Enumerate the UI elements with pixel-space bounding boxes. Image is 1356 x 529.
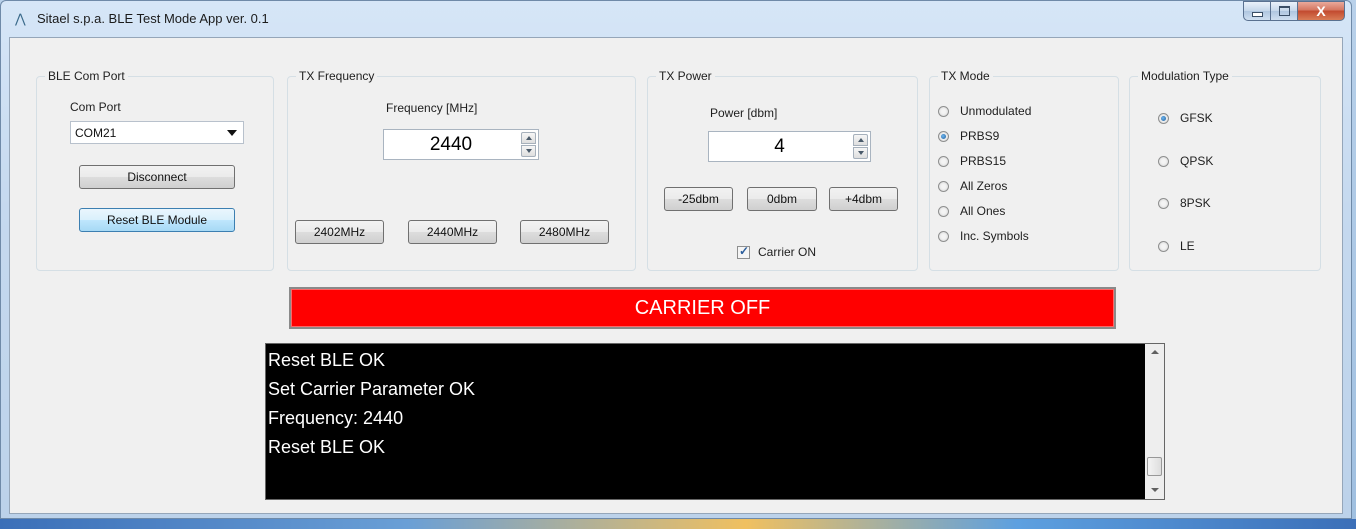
tx-mode-all-zeros[interactable]: All Zeros	[938, 178, 1007, 194]
radio-icon	[938, 180, 949, 192]
power-stepper-arrows	[853, 134, 868, 159]
tx-mode-all-ones[interactable]: All Ones	[938, 203, 1005, 219]
radio-icon	[938, 230, 949, 242]
window-title: Sitael s.p.a. BLE Test Mode App ver. 0.1	[37, 11, 269, 26]
tx-mode-label: Inc. Symbols	[960, 229, 1029, 243]
tx-mode-unmodulated[interactable]: Unmodulated	[938, 103, 1031, 119]
modulation-qpsk[interactable]: QPSK	[1158, 153, 1213, 169]
checkbox-checked-icon	[737, 244, 750, 259]
radio-icon	[1158, 155, 1169, 167]
frequency-up-arrow-icon[interactable]	[521, 132, 536, 144]
power-minus25-button[interactable]: -25dbm	[664, 187, 733, 211]
modulation-type-group: Modulation Type GFSK QPSK 8PSK LE	[1129, 68, 1321, 271]
reset-ble-module-button[interactable]: Reset BLE Module	[79, 208, 235, 232]
radio-icon	[1158, 240, 1169, 252]
carrier-on-label: Carrier ON	[758, 245, 817, 259]
radio-selected-icon	[1158, 112, 1169, 124]
modulation-label: 8PSK	[1180, 196, 1211, 210]
tx-mode-label: PRBS15	[960, 154, 1007, 168]
maximize-button[interactable]	[1270, 1, 1297, 21]
carrier-status-indicator: CARRIER OFF	[289, 287, 1116, 329]
app-window: ⋀ Sitael s.p.a. BLE Test Mode App ver. 0…	[0, 0, 1352, 519]
com-port-select[interactable]: COM21	[70, 121, 244, 144]
power-down-arrow-icon[interactable]	[853, 147, 868, 159]
com-port-label: Com Port	[70, 100, 121, 114]
log-line: Reset BLE OK	[268, 350, 386, 370]
log-line: Frequency: 2440	[268, 408, 404, 428]
power-0-button[interactable]: 0dbm	[747, 187, 817, 211]
tx-power-group-label: TX Power	[656, 68, 715, 84]
tx-mode-group: TX Mode Unmodulated PRBS9 PRBS15 All Zer…	[929, 68, 1119, 271]
log-line: Reset BLE OK	[268, 437, 386, 457]
chevron-down-icon	[227, 130, 237, 136]
scroll-up-arrow-icon[interactable]	[1145, 344, 1164, 361]
modulation-type-group-label: Modulation Type	[1138, 68, 1232, 84]
client-area: BLE Com Port Com Port COM21 Disconnect R…	[9, 37, 1343, 514]
tx-mode-label: All Ones	[960, 204, 1006, 218]
frequency-stepper[interactable]: 2440	[383, 129, 539, 160]
frequency-label: Frequency [MHz]	[386, 101, 478, 115]
freq-2480-button[interactable]: 2480MHz	[520, 220, 609, 244]
com-port-group: BLE Com Port Com Port COM21 Disconnect R…	[36, 68, 274, 271]
minimize-button[interactable]	[1243, 1, 1270, 21]
power-value: 4	[774, 136, 785, 157]
com-port-group-label: BLE Com Port	[45, 68, 128, 84]
title-bar[interactable]: ⋀ Sitael s.p.a. BLE Test Mode App ver. 0…	[1, 1, 1351, 37]
maximize-icon	[1278, 6, 1290, 16]
power-stepper[interactable]: 4	[708, 131, 871, 162]
modulation-label: LE	[1180, 239, 1195, 253]
close-button[interactable]: X	[1297, 1, 1345, 21]
log-line: Set Carrier Parameter OK	[268, 379, 476, 399]
power-plus4-button[interactable]: +4dbm	[829, 187, 898, 211]
disconnect-button[interactable]: Disconnect	[79, 165, 235, 189]
log-lines: Reset BLE OK Set Carrier Parameter OK Fr…	[268, 346, 1142, 462]
modulation-label: QPSK	[1180, 154, 1214, 168]
freq-2440-button[interactable]: 2440MHz	[408, 220, 497, 244]
tx-mode-prbs15[interactable]: PRBS15	[938, 153, 1006, 169]
radio-selected-icon	[938, 130, 949, 142]
freq-2402-button[interactable]: 2402MHz	[295, 220, 384, 244]
radio-icon	[938, 205, 949, 217]
modulation-label: GFSK	[1180, 111, 1213, 125]
tx-mode-prbs9[interactable]: PRBS9	[938, 128, 999, 144]
frequency-stepper-arrows	[521, 132, 536, 157]
radio-icon	[1158, 197, 1169, 209]
desktop-background	[0, 519, 1356, 529]
triangle-app-icon: ⋀	[15, 11, 26, 26]
radio-icon	[938, 105, 949, 117]
minimize-icon	[1251, 11, 1263, 17]
tx-mode-label: Unmodulated	[960, 104, 1032, 118]
modulation-le[interactable]: LE	[1158, 238, 1195, 254]
modulation-gfsk[interactable]: GFSK	[1158, 110, 1213, 126]
modulation-8psk[interactable]: 8PSK	[1158, 195, 1211, 211]
radio-icon	[938, 155, 949, 167]
tx-mode-group-label: TX Mode	[938, 68, 993, 84]
tx-power-group: TX Power Power [dbm] 4 -25dbm 0dbm +4dbm…	[647, 68, 918, 271]
tx-mode-label: All Zeros	[960, 179, 1008, 193]
scroll-down-arrow-icon[interactable]	[1145, 482, 1164, 499]
frequency-value: 2440	[429, 134, 473, 155]
frequency-down-arrow-icon[interactable]	[521, 145, 536, 157]
carrier-on-checkbox[interactable]: Carrier ON	[737, 244, 817, 259]
com-port-selected-value: COM21	[75, 126, 117, 140]
caption-buttons: X	[1243, 1, 1345, 21]
tx-frequency-group: TX Frequency Frequency [MHz] 2440 2402MH…	[287, 68, 636, 271]
tx-mode-inc-symbols[interactable]: Inc. Symbols	[938, 228, 1029, 244]
tx-mode-label: PRBS9	[960, 129, 1000, 143]
power-label: Power [dbm]	[710, 106, 778, 120]
tx-frequency-group-label: TX Frequency	[296, 68, 378, 84]
log-scrollbar[interactable]	[1145, 344, 1164, 499]
power-up-arrow-icon[interactable]	[853, 134, 868, 146]
log-textbox[interactable]: Reset BLE OK Set Carrier Parameter OK Fr…	[265, 343, 1165, 500]
close-icon: X	[1316, 3, 1326, 19]
scrollbar-thumb[interactable]	[1147, 457, 1162, 476]
